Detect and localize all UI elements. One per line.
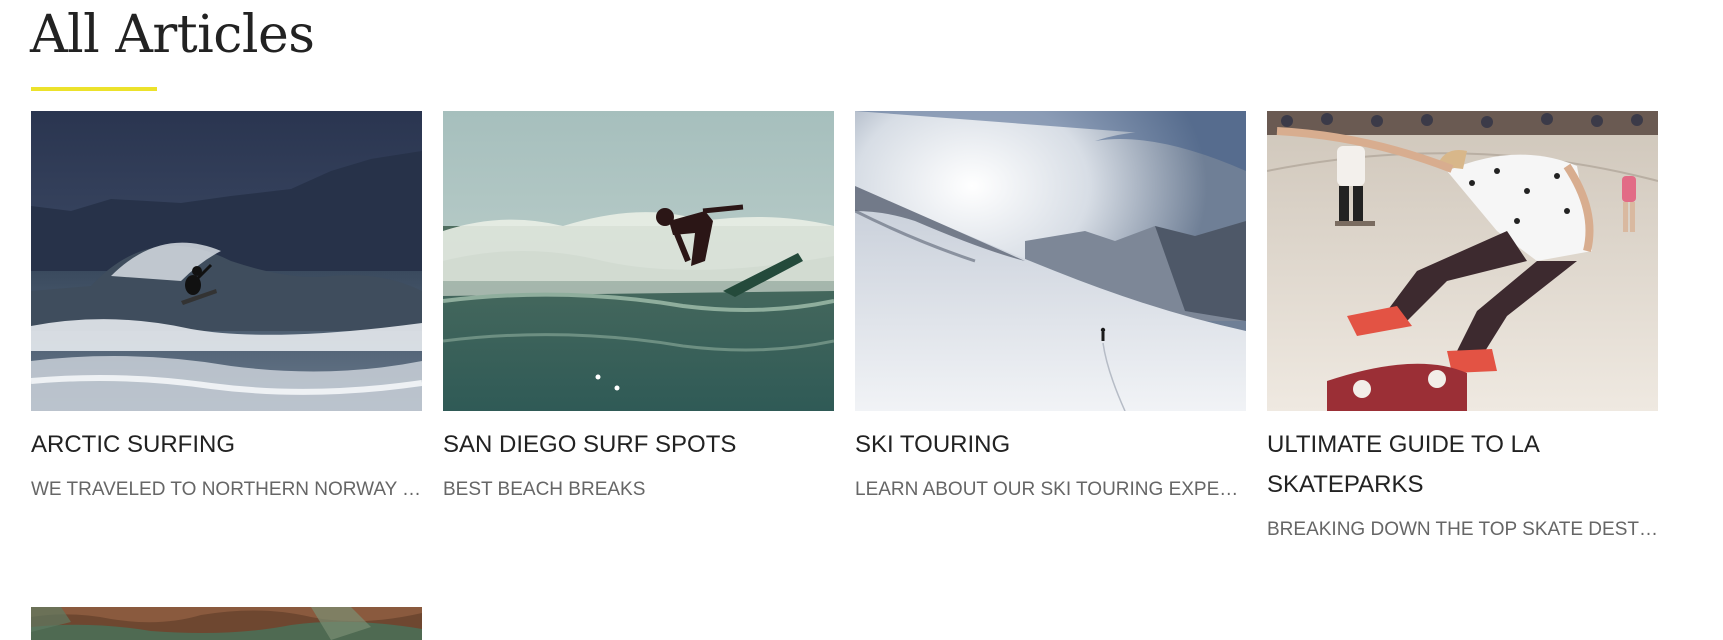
article-image-la-skateparks[interactable] <box>1267 111 1658 411</box>
title-underline <box>31 87 157 91</box>
arctic-surfer-photo <box>31 111 422 411</box>
article-image-arctic-surfing[interactable] <box>31 111 422 411</box>
article-description: BEST BEACH BREAKS <box>443 479 646 500</box>
canyon-photo <box>31 607 422 640</box>
article-title[interactable]: ARCTIC SURFING <box>31 425 422 465</box>
article-card-san-diego[interactable]: SAN DIEGO SURF SPOTS BEST BEACH BREAKS <box>443 111 834 503</box>
article-card-arctic-surfing[interactable]: ARCTIC SURFING WE TRAVELED TO NORTHERN N… <box>31 111 422 503</box>
article-card-partial[interactable] <box>31 607 422 640</box>
san-diego-surfer-photo <box>443 111 834 411</box>
article-title[interactable]: SAN DIEGO SURF SPOTS <box>443 425 834 465</box>
ski-touring-mountain-photo <box>855 111 1246 411</box>
article-card-la-skateparks[interactable]: ULTIMATE GUIDE TO LA SKATEPARKS BREAKING… <box>1267 111 1658 543</box>
article-image-ski-touring[interactable] <box>855 111 1246 411</box>
article-image-san-diego[interactable] <box>443 111 834 411</box>
articles-page: All Articles ARCTIC SURFING WE TRAVELED … <box>0 0 1723 640</box>
article-description: LEARN ABOUT OUR SKI TOURING EXPERIE… <box>855 479 1246 500</box>
article-card-ski-touring[interactable]: SKI TOURING LEARN ABOUT OUR SKI TOURING … <box>855 111 1246 503</box>
skateboarder-photo <box>1267 111 1658 411</box>
article-title[interactable]: ULTIMATE GUIDE TO LA SKATEPARKS <box>1267 425 1658 505</box>
article-description: WE TRAVELED TO NORTHERN NORWAY TO… <box>31 479 422 500</box>
page-title: All Articles <box>30 5 315 65</box>
article-title[interactable]: SKI TOURING <box>855 425 1246 465</box>
article-description: BREAKING DOWN THE TOP SKATE DESTIN… <box>1267 519 1658 540</box>
